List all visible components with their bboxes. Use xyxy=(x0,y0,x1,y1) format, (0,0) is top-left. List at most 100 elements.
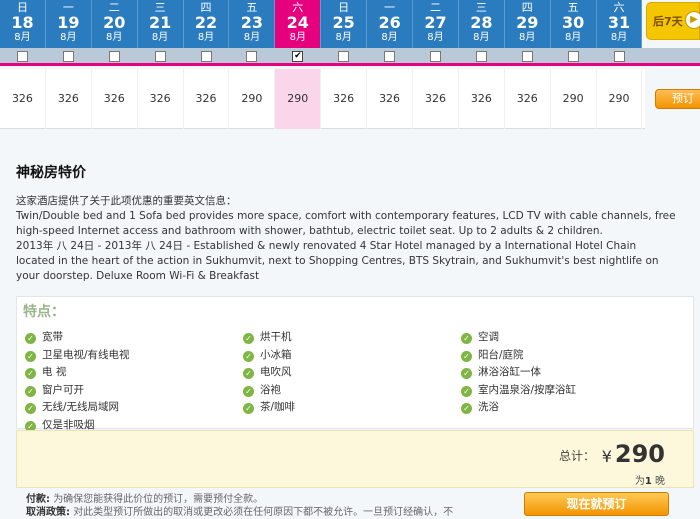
date-checkbox[interactable] xyxy=(521,51,533,62)
cancel-policy-label: 取消政策: xyxy=(26,507,70,518)
calendar-day[interactable]: 四 22 8月 xyxy=(183,0,230,48)
promo-description: 这家酒店提供了关于此项优惠的重要英文信息： Twin/Double bed an… xyxy=(16,194,676,284)
calendar-day-month: 8月 xyxy=(243,32,261,43)
calendar-day-weekday: 一 xyxy=(384,1,396,14)
date-checkbox[interactable] xyxy=(16,51,28,62)
date-checkbox[interactable] xyxy=(384,51,396,62)
calendar-day-month: 8月 xyxy=(381,32,398,43)
per-suffix: 晚 xyxy=(655,476,665,487)
book-now-button[interactable]: 现在就预订 xyxy=(524,492,669,516)
feature-item: ✓ 卫星电视/有线电视 xyxy=(25,347,130,362)
check-icon: ✓ xyxy=(25,333,36,344)
feature-item: ✓ 窗户可开 xyxy=(25,382,84,397)
calendar-day-day: 29 xyxy=(516,13,539,32)
check-icon: ✓ xyxy=(243,333,254,344)
feature-label: 宽带 xyxy=(42,331,63,343)
calendar-day-month: 8月 xyxy=(289,32,306,43)
calendar-day[interactable]: 日 18 8月 xyxy=(0,0,46,48)
check-icon: ✓ xyxy=(25,368,36,379)
room-details: 神秘房特价 这家酒店提供了关于此项优惠的重要英文信息： Twin/Double … xyxy=(0,130,700,519)
date-checkbox[interactable]: ✔ xyxy=(292,51,304,62)
calendar-day[interactable]: 五 30 8月 xyxy=(550,0,597,48)
total-label: 总计： xyxy=(558,449,595,463)
calendar-day-month: 8月 xyxy=(335,32,352,43)
feature-item: ✓ 洗浴 xyxy=(461,399,499,414)
day-price: 326 xyxy=(138,69,184,129)
calendar-day-day: 25 xyxy=(332,13,355,32)
calendar-day-weekday: 日 xyxy=(338,1,350,14)
feature-label: 空调 xyxy=(478,331,499,343)
calendar-day[interactable]: 三 28 8月 xyxy=(458,0,505,48)
date-checkbox[interactable] xyxy=(200,51,212,62)
date-checkbox[interactable] xyxy=(62,51,74,62)
date-checkbox[interactable] xyxy=(430,51,442,62)
date-checkbox-row: ✔ xyxy=(0,48,700,66)
check-icon: ✓ xyxy=(243,403,254,414)
feature-item: ✓ 室内温泉浴/按摩浴缸 xyxy=(461,382,576,397)
calendar-day[interactable]: 二 27 8月 xyxy=(413,0,459,48)
calendar-day-weekday: 六 xyxy=(292,1,304,14)
feature-item: ✓ 电吹风 xyxy=(243,364,292,379)
check-icon: ✓ xyxy=(243,385,254,397)
calendar-day-day: 23 xyxy=(240,13,264,32)
calendar-day-day: 26 xyxy=(378,13,401,32)
feature-label: 浴袍 xyxy=(260,383,281,396)
day-price: 326 xyxy=(321,69,368,129)
feature-label: 电吹风 xyxy=(260,366,292,378)
feature-item: ✓ 茶/咖啡 xyxy=(243,399,295,414)
check-icon: ✓ xyxy=(461,350,472,362)
chevron-right-icon: ▶ xyxy=(685,11,700,29)
day-price: 326 xyxy=(92,69,138,129)
calendar-day-month: 8月 xyxy=(151,32,169,43)
day-price: 290 xyxy=(551,69,597,129)
calendar-day-weekday: 四 xyxy=(200,1,212,14)
features-title: 特点： xyxy=(23,304,65,320)
calendar-day[interactable]: 一 26 8月 xyxy=(367,0,414,48)
calendar-day-month: 8月 xyxy=(60,32,77,43)
date-checkbox[interactable] xyxy=(338,51,350,62)
calendar-day-day: 24 xyxy=(286,13,309,32)
check-icon: ✓ xyxy=(25,385,36,397)
calendar-day[interactable]: 二 20 8月 xyxy=(91,0,138,48)
book-small-button[interactable]: 预订 xyxy=(655,89,700,109)
feature-label: 洗浴 xyxy=(478,401,499,413)
calendar-day-day: 31 xyxy=(607,13,631,32)
feature-label: 仅是非吸烟 xyxy=(42,418,95,431)
date-checkbox[interactable] xyxy=(154,51,166,62)
date-checkbox[interactable] xyxy=(613,51,625,62)
calendar-day[interactable]: 五 23 8月 xyxy=(229,0,276,48)
calendar-day-day: 19 xyxy=(57,13,80,32)
calendar-day-month: 8月 xyxy=(106,32,123,43)
check-icon: ✓ xyxy=(461,368,472,379)
calendar-day[interactable]: 六 24 8月 xyxy=(275,0,322,48)
feature-item: ✓ 宽带 xyxy=(25,329,63,344)
calendar-day-month: 8月 xyxy=(197,32,215,43)
per-night: 为1 晚 xyxy=(635,472,665,487)
calendar-day[interactable]: 一 19 8月 xyxy=(45,0,92,48)
feature-label: 室内温泉浴/按摩浴缸 xyxy=(478,383,577,396)
calendar-day[interactable]: 日 25 8月 xyxy=(321,0,368,48)
calendar-day-day: 27 xyxy=(424,13,447,32)
check-icon: ✓ xyxy=(461,385,472,397)
day-price: 326 xyxy=(46,69,92,129)
calendar-day[interactable]: 六 31 8月 xyxy=(596,0,643,48)
date-checkbox[interactable] xyxy=(246,51,258,62)
check-icon: ✓ xyxy=(25,403,36,414)
day-price: 326 xyxy=(0,69,46,129)
next-7-days-button[interactable]: 后7天 ▶ xyxy=(646,2,700,40)
date-checkbox[interactable] xyxy=(475,51,487,62)
check-icon: ✓ xyxy=(243,368,254,379)
feature-item: ✓ 小冰箱 xyxy=(243,347,292,362)
date-checkbox[interactable] xyxy=(567,51,579,62)
calendar-day-month: 8月 xyxy=(519,32,536,43)
cancel-policy-text: 对此类型预订所做出的取消或更改必须在任何原因下都不被允许。一旦预订经确认，不 xyxy=(73,507,454,518)
calendar-day[interactable]: 三 21 8月 xyxy=(137,0,184,48)
feature-item: ✓ 烘干机 xyxy=(243,329,292,344)
feature-item: ✓ 空调 xyxy=(461,329,499,344)
calendar-day[interactable]: 四 29 8月 xyxy=(504,0,551,48)
promo-line-1: Twin/Double bed and 1 Sofa bed provides … xyxy=(16,210,676,237)
promo-title: 神秘房特价 xyxy=(16,165,86,181)
date-checkbox[interactable] xyxy=(108,51,120,62)
feature-label: 茶/咖啡 xyxy=(260,401,296,413)
promo-intro: 这家酒店提供了关于此项优惠的重要英文信息： xyxy=(16,195,237,207)
